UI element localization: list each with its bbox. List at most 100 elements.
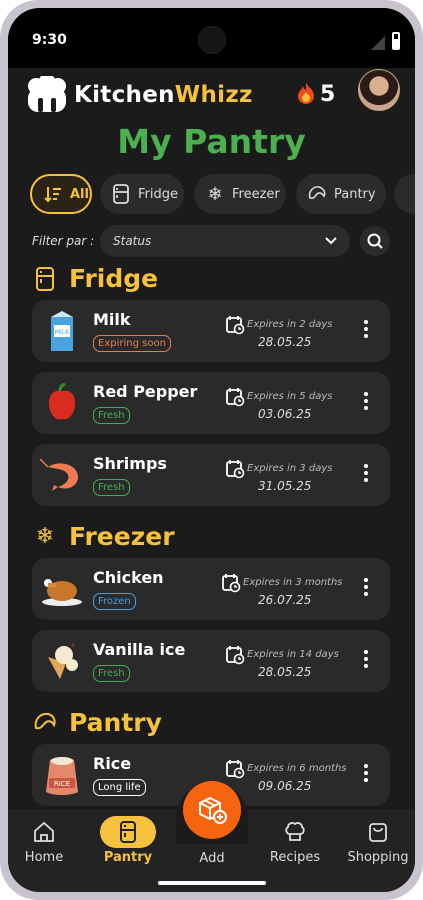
brand-whizz: Whizz xyxy=(174,82,253,108)
nav-add-label: Add xyxy=(199,851,225,866)
nav-pantry-label: Pantry xyxy=(103,850,153,865)
more-options-icon[interactable] xyxy=(362,392,370,416)
pantry-item-card[interactable]: MILK Milk Expiring soon Expires in 2 day… xyxy=(32,300,390,362)
expiry-date: 03.06.25 xyxy=(258,407,312,421)
chip-all-label: All xyxy=(70,186,89,202)
avatar[interactable] xyxy=(358,69,400,111)
status-select[interactable]: Status xyxy=(100,225,350,257)
more-options-icon[interactable] xyxy=(362,650,370,674)
expiry-date: 28.05.25 xyxy=(258,335,312,349)
milk-carton-icon: MILK xyxy=(40,309,84,353)
search-button[interactable] xyxy=(360,226,390,256)
section-pantry: Pantry xyxy=(32,706,232,742)
chip-all[interactable]: All xyxy=(30,174,92,214)
app-brand: KitchenWhizz xyxy=(74,82,253,108)
streak-count: 5 xyxy=(320,82,336,107)
expiry-date: 31.05.25 xyxy=(258,479,312,493)
storage-filter-chips: All Fridge ❄ Freezer Pantry xyxy=(30,174,415,216)
fridge-icon xyxy=(110,183,132,205)
app-screen: 9:30 KitchenWhizz 5 My Pantry All Fridge… xyxy=(8,8,415,892)
chip-fridge-label: Fridge xyxy=(138,186,178,202)
brand-kitchen: Kitchen xyxy=(74,82,175,108)
section-fridge: Fridge xyxy=(32,262,232,298)
section-freezer: ❄ Freezer xyxy=(32,520,232,556)
chip-pantry-label: Pantry xyxy=(334,186,376,202)
fridge-icon xyxy=(120,821,136,843)
pantry-item-card[interactable]: Chicken Frozen Expires in 3 months 26.07… xyxy=(32,558,390,620)
shrimp-icon xyxy=(40,453,84,497)
calendar-clock-icon xyxy=(226,460,245,479)
svg-text:RICE: RICE xyxy=(54,780,70,788)
chevron-down-icon xyxy=(325,237,337,245)
nav-home-label: Home xyxy=(24,850,64,865)
snowflake-icon: ❄ xyxy=(35,524,55,549)
calendar-clock-icon xyxy=(222,574,241,593)
fridge-icon xyxy=(36,267,54,291)
svg-text:MILK: MILK xyxy=(55,329,70,336)
rice-bag-icon: RICE xyxy=(40,753,84,797)
nav-recipes[interactable]: Recipes xyxy=(255,817,335,865)
more-options-icon[interactable] xyxy=(362,464,370,488)
nav-pantry[interactable]: Pantry xyxy=(88,816,168,865)
expiry-date: 26.07.25 xyxy=(258,593,312,607)
calendar-clock-icon xyxy=(226,316,245,335)
status-select-value: Status xyxy=(113,234,152,248)
chef-hat-icon xyxy=(285,822,305,841)
calendar-clock-icon xyxy=(226,646,245,665)
chip-freezer[interactable]: ❄ Freezer xyxy=(194,174,286,214)
expiry-date: 09.06.25 xyxy=(258,779,312,793)
nav-recipes-label: Recipes xyxy=(269,850,321,865)
more-options-icon[interactable] xyxy=(362,764,370,788)
chip-pantry[interactable]: Pantry xyxy=(296,174,386,214)
app-header: KitchenWhizz 5 xyxy=(8,68,415,128)
red-pepper-icon xyxy=(40,381,84,425)
expiry-text: Expires in 3 days xyxy=(247,463,333,474)
status-badge: Fresh xyxy=(93,407,130,424)
nav-shopping[interactable]: Shopping xyxy=(338,817,415,865)
pantry-item-card[interactable]: Vanilla ice Fresh Expires in 14 days 28.… xyxy=(32,630,390,692)
home-icon xyxy=(34,821,54,842)
item-name: Vanilla ice xyxy=(93,640,186,659)
pantry-item-card[interactable]: Shrimps Fresh Expires in 3 days 31.05.25 xyxy=(32,444,390,506)
item-name: Milk xyxy=(93,310,131,329)
item-name: Rice xyxy=(93,754,132,773)
expiry-text: Expires in 5 days xyxy=(247,391,333,402)
camera-cutout xyxy=(198,26,226,54)
chef-robot-logo-icon xyxy=(28,76,66,112)
battery-icon xyxy=(392,32,400,50)
nav-shopping-label: Shopping xyxy=(347,850,409,865)
chip-freezer-label: Freezer xyxy=(232,186,280,202)
item-name: Chicken xyxy=(93,568,164,587)
page-title: My Pantry xyxy=(117,122,306,161)
item-name: Shrimps xyxy=(93,454,167,473)
filter-label: Filter par : xyxy=(32,234,95,248)
sort-icon xyxy=(42,183,64,205)
nav-home[interactable]: Home xyxy=(8,817,84,865)
roast-chicken-icon xyxy=(40,567,84,611)
expiry-text: Expires in 3 months xyxy=(243,577,343,588)
signal-icon xyxy=(371,36,385,50)
croissant-icon xyxy=(306,183,328,205)
more-options-icon[interactable] xyxy=(362,578,370,602)
status-time: 9:30 xyxy=(32,32,67,48)
streak-counter: 5 xyxy=(296,82,335,107)
item-name: Red Pepper xyxy=(93,382,198,401)
status-bar: 9:30 xyxy=(8,8,415,68)
calendar-clock-icon xyxy=(226,388,245,407)
croissant-icon xyxy=(34,712,56,730)
expiry-text: Expires in 6 months xyxy=(247,763,347,774)
status-badge: Fresh xyxy=(93,479,130,496)
ice-cream-icon xyxy=(40,639,84,683)
more-options-icon[interactable] xyxy=(362,320,370,344)
chip-fridge[interactable]: Fridge xyxy=(100,174,184,214)
flame-icon xyxy=(298,83,314,104)
nav-add[interactable]: Add xyxy=(172,851,252,866)
pantry-item-card[interactable]: Red Pepper Fresh Expires in 5 days 03.06… xyxy=(32,372,390,434)
chip-overflow[interactable] xyxy=(394,174,415,214)
expiry-text: Expires in 2 days xyxy=(247,319,333,330)
add-button[interactable] xyxy=(183,781,241,839)
status-badge: Fresh xyxy=(93,665,130,682)
section-title: Fridge xyxy=(69,264,159,293)
status-badge: Expiring soon xyxy=(93,335,171,352)
phone-frame: 9:30 KitchenWhizz 5 My Pantry All Fridge… xyxy=(0,0,423,900)
